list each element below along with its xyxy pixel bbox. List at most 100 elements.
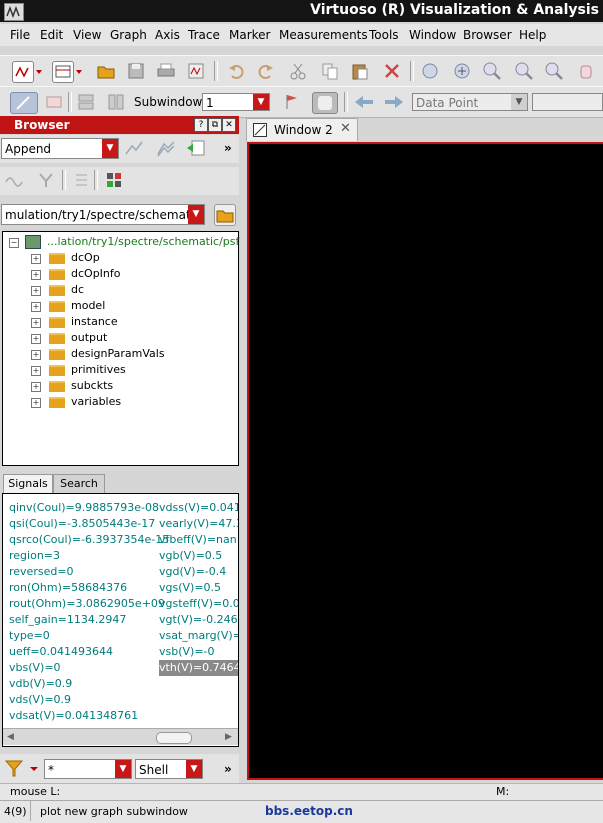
tree-item[interactable]: + dc (3, 282, 238, 298)
subwindows-select[interactable]: 1 ▼ (202, 93, 270, 111)
data-point-field[interactable] (532, 93, 603, 111)
menu-measurements[interactable]: Measurements (279, 28, 368, 42)
menu-graph[interactable]: Graph (110, 28, 147, 42)
select-cursor-icon[interactable] (10, 92, 38, 114)
data-point-select[interactable]: Data Point ▼ (412, 93, 528, 111)
close-icon[interactable]: ✕ (222, 118, 236, 132)
tab-window-2[interactable]: Window 2 ✕ (246, 118, 358, 141)
float-icon[interactable]: ⧉ (208, 118, 222, 132)
cut-icon[interactable] (288, 61, 308, 81)
chevron-down-icon[interactable]: ▼ (188, 205, 204, 224)
expand-icon[interactable]: + (31, 382, 41, 392)
menu-axis[interactable]: Axis (155, 28, 180, 42)
save-icon[interactable] (126, 61, 146, 81)
y-axis-icon[interactable] (36, 170, 56, 190)
pan-hand-icon[interactable] (576, 61, 596, 81)
results-path-select[interactable]: mulation/try1/spectre/schematic/psf ▼ (1, 204, 205, 225)
signal-item[interactable]: region=3 (9, 549, 60, 562)
flag-icon[interactable] (282, 92, 302, 112)
tree-item[interactable]: + model (3, 298, 238, 314)
filter-dropdown-icon[interactable] (30, 758, 38, 778)
browse-folder-icon[interactable] (214, 204, 236, 226)
signal-item[interactable]: vdsat(V)=0.041348761 (9, 709, 138, 722)
signal-item[interactable]: rout(Ohm)=3.0862905e+09 (9, 597, 165, 610)
table-export-icon[interactable] (186, 138, 206, 158)
menu-view[interactable]: View (73, 28, 101, 42)
new-subwindow-icon[interactable] (52, 61, 74, 83)
signal-item[interactable]: vgsteff(V)=0.00 (159, 597, 238, 610)
tab-search[interactable]: Search (53, 474, 105, 493)
close-tab-icon[interactable]: ✕ (340, 121, 351, 136)
plot-icon[interactable] (124, 138, 144, 158)
stack-icon[interactable] (44, 92, 64, 112)
zoom-fit-icon[interactable] (420, 61, 440, 81)
tree-item[interactable]: + variables (3, 394, 238, 410)
scroll-right-icon[interactable]: ▶ (225, 732, 232, 742)
tree-root[interactable]: − ...lation/try1/spectre/schematic/psf (3, 234, 239, 250)
chevron-down-icon[interactable]: ▼ (511, 94, 527, 110)
signal-item[interactable]: vgd(V)=-0.4 (159, 565, 226, 578)
expand-icon[interactable]: + (31, 366, 41, 376)
signal-item[interactable]: qsrco(Coul)=-6.3937354e-15 (9, 533, 169, 546)
more-chevron-icon[interactable]: » (224, 141, 232, 155)
expand-icon[interactable]: + (31, 334, 41, 344)
signal-item[interactable]: ron(Ohm)=58684376 (9, 581, 127, 594)
menu-window[interactable]: Window (409, 28, 456, 42)
wave-icon[interactable] (4, 170, 24, 190)
menu-browser[interactable]: Browser (463, 28, 512, 42)
tree-item[interactable]: + designParamVals (3, 346, 238, 362)
open-folder-icon[interactable] (96, 61, 116, 81)
more-chevron-icon[interactable]: » (224, 762, 232, 776)
redo-icon[interactable] (256, 61, 276, 81)
chevron-down-icon[interactable]: ▼ (253, 94, 269, 110)
new-window-dropdown-icon[interactable] (36, 61, 42, 81)
filter-funnel-icon[interactable] (4, 758, 24, 778)
menu-file[interactable]: File (10, 28, 30, 42)
strip-icon[interactable] (76, 92, 96, 112)
signal-item[interactable]: vds(V)=0.9 (9, 693, 71, 706)
tree-item[interactable]: + subckts (3, 378, 238, 394)
signal-item[interactable]: vdb(V)=0.9 (9, 677, 72, 690)
forward-arrow-icon[interactable] (382, 92, 406, 112)
signal-item[interactable]: vgs(V)=0.5 (159, 581, 221, 594)
expand-icon[interactable]: + (31, 270, 41, 280)
signal-item[interactable]: vgt(V)=-0.24644 (159, 613, 238, 626)
expand-icon[interactable]: + (31, 302, 41, 312)
menu-help[interactable]: Help (519, 28, 546, 42)
tree-item[interactable]: + dcOp (3, 250, 238, 266)
back-arrow-icon[interactable] (352, 92, 376, 112)
horizontal-scrollbar[interactable]: ◀ ▶ (3, 728, 238, 745)
print-icon[interactable] (156, 61, 176, 81)
collapse-icon[interactable]: − (9, 238, 19, 248)
paste-icon[interactable] (350, 61, 370, 81)
signal-item-selected[interactable]: vth(V)=0.74644 (159, 660, 238, 676)
signal-item[interactable]: type=0 (9, 629, 50, 642)
graph-canvas[interactable] (247, 142, 603, 780)
chevron-down-icon[interactable]: ▼ (102, 139, 118, 158)
signal-item[interactable]: qinv(Coul)=9.9885793e-08 (9, 501, 159, 514)
tab-signals[interactable]: Signals (3, 474, 53, 493)
marker-mode-icon[interactable] (312, 92, 338, 114)
signal-item[interactable]: ueff=0.041493644 (9, 645, 113, 658)
menu-trace[interactable]: Trace (188, 28, 220, 42)
new-subwindow-dropdown-icon[interactable] (76, 61, 82, 81)
tree-item[interactable]: + output (3, 330, 238, 346)
signal-item[interactable]: vdss(V)=0.0413 (159, 501, 238, 514)
signal-item[interactable]: reversed=0 (9, 565, 74, 578)
menu-marker[interactable]: Marker (229, 28, 270, 42)
grid-select-icon[interactable] (104, 170, 124, 190)
expand-icon[interactable]: + (31, 318, 41, 328)
tree-item[interactable]: + primitives (3, 362, 238, 378)
signal-item[interactable]: vsb(V)=-0 (159, 645, 215, 658)
scrollbar-thumb[interactable] (156, 732, 192, 744)
signal-item[interactable]: self_gain=1134.2947 (9, 613, 126, 626)
delete-icon[interactable] (382, 61, 402, 81)
new-window-icon[interactable] (12, 61, 34, 83)
family-plot-icon[interactable] (156, 138, 176, 158)
scroll-left-icon[interactable]: ◀ (7, 732, 14, 742)
print-preview-icon[interactable] (186, 61, 206, 81)
zoom-x-icon[interactable] (514, 61, 534, 81)
expand-icon[interactable]: + (31, 398, 41, 408)
chevron-down-icon[interactable]: ▼ (115, 760, 131, 778)
zoom-y-icon[interactable] (544, 61, 564, 81)
